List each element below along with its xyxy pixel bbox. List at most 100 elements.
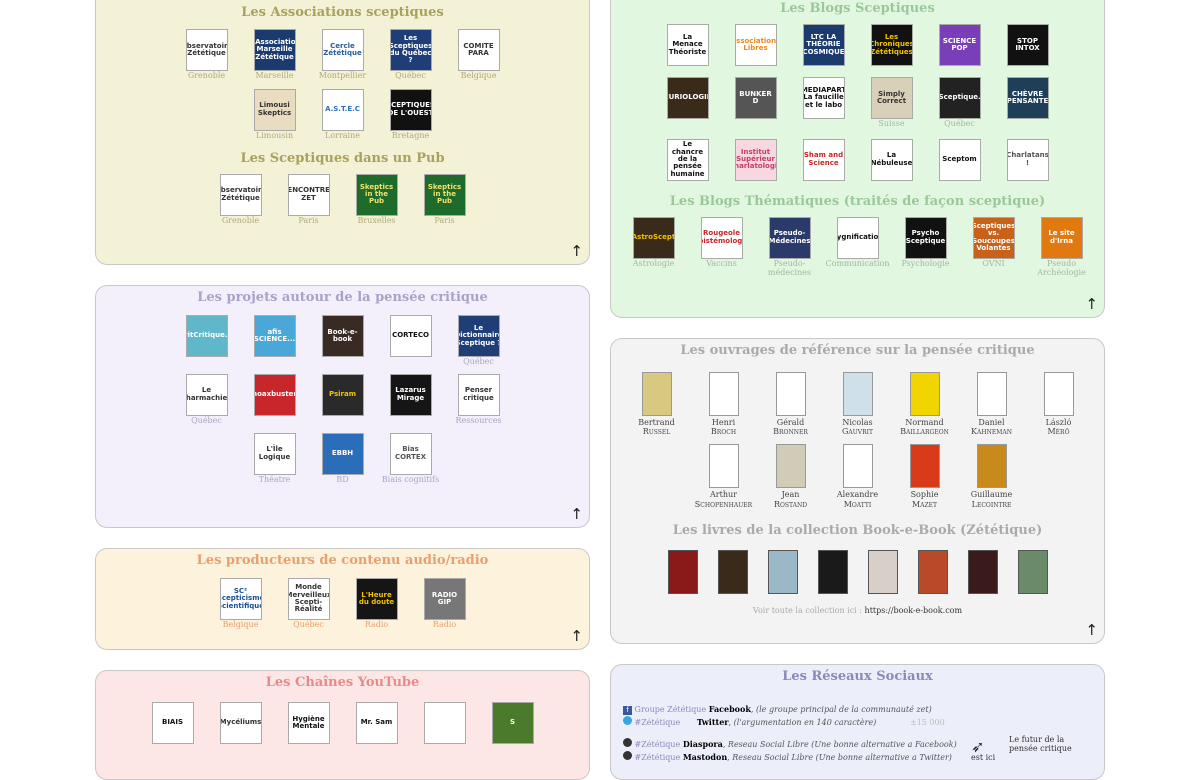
- logo-image[interactable]: Le chancre de la pensée humaine: [666, 138, 709, 181]
- youtube-logo-4[interactable]: [411, 702, 479, 744]
- logo-image[interactable]: SC² Scepticisme Scientifique: [219, 578, 262, 620]
- logo-image[interactable]: Les Sceptiques du Québec ?: [389, 29, 432, 71]
- logo-image[interactable]: L'Heure du doute: [355, 578, 398, 620]
- back-to-top-arrow[interactable]: ↑: [1085, 621, 1098, 639]
- book-moatti[interactable]: Alexandre Moatti: [824, 444, 891, 509]
- blog-institut-superieur-charlatologie[interactable]: Institut Supérieur Charlatologie: [722, 138, 790, 182]
- book-mero[interactable]: László Mérő: [1025, 372, 1092, 436]
- pub-skeptics-in-the-pub[interactable]: Skeptics in the Pub Paris: [411, 173, 479, 226]
- logo-image[interactable]: Le Pharmachien: [185, 373, 228, 416]
- logo-image[interactable]: Charlatans !: [1006, 138, 1049, 181]
- logo-image[interactable]: Cercle Zététique: [321, 29, 364, 71]
- logo-image[interactable]: Lazarus Mirage: [389, 373, 432, 416]
- audio-radio-gip[interactable]: RADIO GIP Radio: [411, 578, 479, 630]
- assoc-cercle-zetetique[interactable]: Cercle Zététique Montpellier: [309, 29, 377, 81]
- logo-image[interactable]: Simply Correct: [870, 77, 913, 119]
- logo-image[interactable]: Sceptom: [938, 138, 981, 181]
- logo-image[interactable]: La Menace Théoriste: [666, 24, 709, 66]
- blog-bunker-d[interactable]: BUNKER D: [722, 77, 790, 129]
- projet-penser-critique[interactable]: Penser critique Ressources: [445, 373, 513, 426]
- book-rostand[interactable]: Jean Rostand: [757, 444, 824, 509]
- book-baillargeon[interactable]: Normand Baillargeon: [891, 372, 958, 436]
- youtube-myceliums[interactable]: Mycéliums: [207, 702, 275, 744]
- blog-sham-and-science[interactable]: Sham and Science: [790, 138, 858, 182]
- logo-image[interactable]: LeSceptique.ca: [938, 77, 981, 119]
- logo-image[interactable]: CORTECO: [389, 315, 432, 357]
- youtube-s[interactable]: S: [479, 702, 547, 744]
- them-pseudo-medecines[interactable]: Pseudo-Médecines Pseudo-médecines: [756, 216, 824, 278]
- them-rougeole-epistemologie[interactable]: Rougeole EpistémologieVaccins: [688, 216, 756, 278]
- logo-image[interactable]: Institut Supérieur Charlatologie: [734, 138, 777, 181]
- book-cover[interactable]: [641, 372, 672, 416]
- pub-skeptics-in-the-pub[interactable]: Skeptics in the Pub Bruxelles: [343, 173, 411, 226]
- projet-espritcritique-info[interactable]: EspritCritique.info: [173, 315, 241, 367]
- book-cover[interactable]: [976, 444, 1007, 489]
- facebook-name[interactable]: Facebook: [709, 704, 751, 714]
- logo-image[interactable]: Psycho Sceptique: [904, 216, 947, 259]
- bebook-cover[interactable]: [717, 549, 748, 594]
- projet-bias-cortex[interactable]: Bias CORTEX Biais cognitifs: [377, 432, 445, 485]
- blog-mediapart-la-faucille-et-le-labo[interactable]: MEDIAPART La faucille et le labo: [790, 77, 858, 129]
- logo-image[interactable]: RENCONTRES ZET: [287, 173, 330, 216]
- logo-image[interactable]: L'Association Marseille Zététique: [253, 29, 296, 71]
- diaspora-tag[interactable]: #Zététique: [635, 740, 681, 749]
- twitter-row[interactable]: #Zététique Twitter, (l'argumentation en …: [623, 716, 1093, 729]
- logo-image[interactable]: Cygnification: [836, 216, 879, 259]
- projet-ebbh[interactable]: EBBH BD: [309, 432, 377, 485]
- book-cover[interactable]: [976, 372, 1007, 416]
- youtube-mr-sam[interactable]: Mr. Sam: [343, 702, 411, 744]
- blog-les-chroniques-zetetiques[interactable]: Les Chroniques Zététiques: [858, 24, 926, 67]
- projet-book-e-book[interactable]: Book-e-book: [309, 315, 377, 367]
- assoc-les-sceptiques-du-quebec[interactable]: Les Sceptiques du Québec ? Québec: [377, 29, 445, 81]
- bebook-cover[interactable]: [767, 549, 798, 594]
- logo-image[interactable]: BUNKER D: [734, 77, 777, 119]
- logo-image[interactable]: Book-e-book: [321, 315, 364, 357]
- logo-image[interactable]: EBBH: [321, 432, 364, 475]
- blog-chevre-pensante[interactable]: CHÈVRE PENSANTE: [994, 77, 1062, 129]
- pub-observatoire-zetetique[interactable]: Observatoire ZététiqueGrenoble: [207, 173, 275, 226]
- logo-image[interactable]: EspritCritique.info: [185, 315, 228, 357]
- bebook-cover[interactable]: [867, 549, 898, 594]
- logo-image[interactable]: MEDIAPART La faucille et le labo: [802, 77, 845, 119]
- twitter-name[interactable]: Twitter: [697, 717, 729, 727]
- logo-image[interactable]: S: [491, 702, 534, 744]
- projet-hoaxbuster[interactable]: hoaxbuster: [241, 373, 309, 426]
- pub-rencontres-zet[interactable]: RENCONTRES ZETParis: [275, 173, 343, 226]
- back-to-top-arrow[interactable]: ↑: [570, 627, 583, 645]
- youtube-biais[interactable]: BIAIS: [139, 702, 207, 744]
- youtube-hygiene-mentale[interactable]: Hygiène Mentale: [275, 702, 343, 744]
- book-cover[interactable]: [708, 444, 739, 489]
- them-le-site-d-irna[interactable]: Le site d'Irna Pseudo Archéologie: [1028, 216, 1096, 278]
- logo-image[interactable]: LTC LA THÉORIE COSMIQUE: [802, 24, 845, 66]
- projet-afis-science[interactable]: afis SCIENCE...: [241, 315, 309, 367]
- collection-link[interactable]: https://book-e-book.com: [865, 606, 963, 615]
- bebook-cover[interactable]: [967, 549, 998, 594]
- projet-psiram[interactable]: Psiram: [309, 373, 377, 426]
- assoc-sceptiques-de-l-ouest[interactable]: SCEPTIQUES DE L'OUESTBretagne: [377, 88, 445, 141]
- assoc-l-association-marseille-zetetique[interactable]: L'Association Marseille ZététiqueMarseil…: [241, 29, 309, 81]
- logo-image[interactable]: hoaxbuster: [253, 373, 296, 416]
- logo-image[interactable]: Skeptics in the Pub: [423, 173, 466, 216]
- book-gauvrit[interactable]: Nicolas Gauvrit: [824, 372, 891, 436]
- diaspora-name[interactable]: Diaspora: [683, 739, 723, 749]
- logo-image[interactable]: Skeptics in the Pub: [355, 173, 398, 216]
- logo-image[interactable]: BIAIS: [151, 702, 194, 744]
- logo-image[interactable]: STOP INTOX: [1006, 24, 1049, 66]
- blog-la-menace-theoriste[interactable]: La Menace Théoriste: [654, 24, 722, 67]
- facebook-row[interactable]: f Groupe Zététique Facebook, (le groupe …: [623, 703, 1093, 716]
- logo-image[interactable]: CURIOLOGIE: [666, 77, 709, 119]
- logo-image[interactable]: Sham and Science: [802, 138, 845, 181]
- book-cover[interactable]: [909, 372, 940, 416]
- assoc-limousi-skeptics[interactable]: Limousi Skeptics Limousin: [241, 88, 309, 141]
- back-to-top-arrow[interactable]: ↑: [570, 242, 583, 260]
- projet-le-dictionnaire-sceptique[interactable]: Le Dictionnaire Sceptique ?Québec: [445, 315, 513, 367]
- back-to-top-arrow[interactable]: ↑: [570, 505, 583, 523]
- logo-image[interactable]: CHÈVRE PENSANTE: [1006, 77, 1049, 119]
- book-schopenhauer[interactable]: Arthur Schopenhauer: [690, 444, 757, 509]
- logo-image[interactable]: Rougeole Epistémologie: [700, 216, 743, 259]
- book-cover[interactable]: [842, 444, 873, 489]
- logo-image[interactable]: Penser critique: [457, 373, 500, 416]
- book-bronner[interactable]: Gérald Bronner: [757, 372, 824, 436]
- mastodon-name[interactable]: Mastodon: [683, 752, 727, 762]
- bebook-cover[interactable]: [917, 549, 948, 594]
